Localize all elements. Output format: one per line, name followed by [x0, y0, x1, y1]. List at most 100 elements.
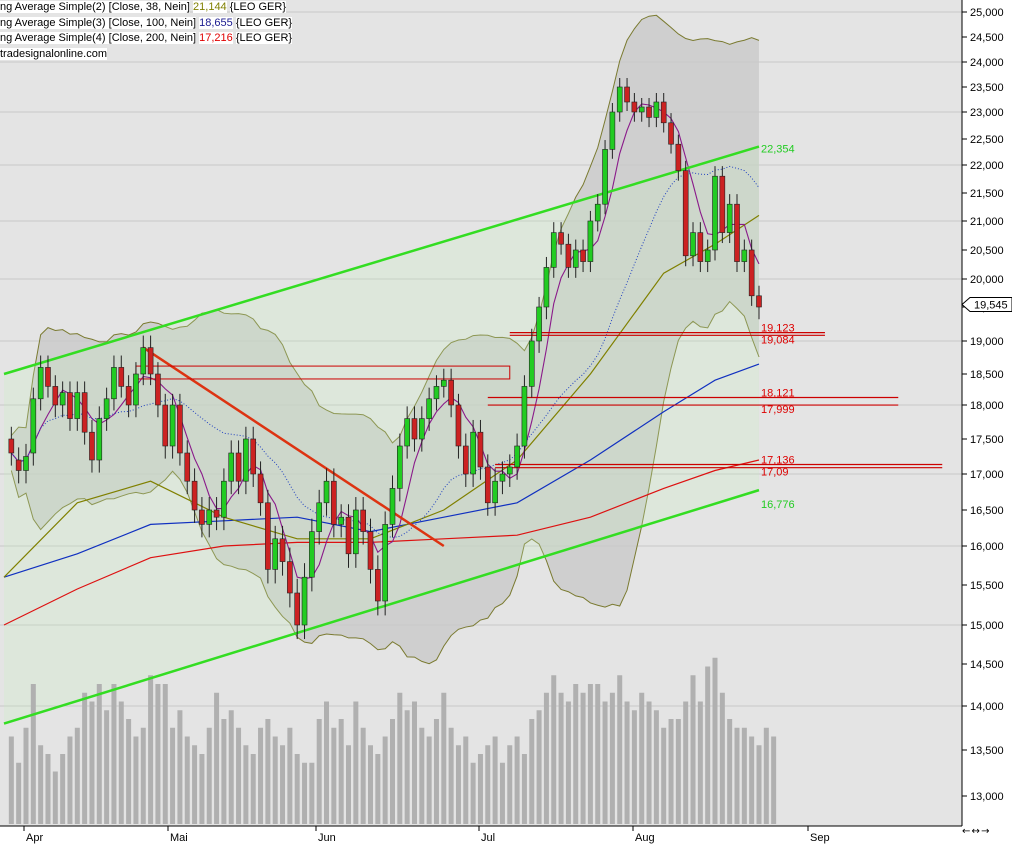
volume-bar [155, 684, 161, 824]
legend-sma100-value: 18,655 [199, 16, 233, 29]
candle [67, 392, 73, 419]
candle [257, 473, 264, 504]
support-level-label: 18,121 [761, 387, 795, 399]
volume-bar [683, 701, 689, 824]
volume-bar [397, 692, 403, 824]
y-tick-label: 13,500 [970, 745, 1004, 757]
candle [353, 509, 359, 555]
y-tick-label: 19,000 [970, 336, 1004, 348]
volume-bar [177, 710, 183, 824]
candle [345, 516, 352, 555]
y-tick-label: 18,500 [970, 369, 1004, 381]
candle [52, 386, 59, 406]
volume-bar [536, 710, 542, 824]
volume-bar [104, 710, 110, 824]
volume-bar [243, 745, 249, 824]
candle [748, 249, 755, 297]
candle [265, 502, 271, 570]
support-level-label: 19,123 [761, 323, 795, 335]
y-tick-label: 15,500 [970, 580, 1004, 592]
x-tick-label: Sep [810, 832, 830, 844]
volume-bar [741, 727, 747, 824]
candle [602, 149, 608, 205]
scroll-arrows-icon[interactable]: ← ↔ → [962, 826, 989, 837]
candle [419, 418, 425, 440]
volume-bar [111, 684, 117, 824]
candle [59, 392, 66, 406]
volume-bar [573, 684, 579, 824]
price-chart[interactable]: 22,354 16,776 19,12319,084 18,121 17,999 17,1… [0, 0, 1012, 846]
volume-bar [272, 736, 278, 824]
y-tick-label: 24,500 [970, 32, 1004, 44]
volume-bar [448, 727, 454, 824]
candle [440, 379, 447, 387]
volume-bar [331, 727, 337, 824]
volume-bar [719, 692, 725, 824]
candle [213, 509, 220, 518]
volume-bar [316, 719, 322, 824]
support-level-label: 19,084 [761, 334, 795, 346]
volume-bar [60, 754, 66, 824]
candle [506, 466, 513, 475]
volume-bar [609, 692, 615, 824]
candle [125, 386, 132, 406]
candle [462, 445, 469, 475]
candle [81, 392, 88, 433]
volume-bar [250, 754, 256, 824]
volume-bar [419, 727, 425, 824]
volume-bar [639, 692, 645, 824]
volume-bar [89, 701, 95, 824]
candle [279, 538, 286, 562]
candle [103, 398, 110, 419]
volume-bar [140, 727, 146, 824]
volume-bar [324, 701, 330, 824]
volume-bar [184, 736, 190, 824]
volume-bar [507, 745, 513, 824]
candle [155, 373, 161, 406]
candle [147, 347, 154, 375]
candle [690, 232, 696, 257]
volume-bar [727, 719, 733, 824]
volume-bar [661, 727, 667, 824]
candle [360, 509, 366, 532]
legend-source: tradesignalonline.com [0, 47, 108, 60]
candle [331, 480, 337, 525]
volume-bar [543, 692, 549, 824]
candle [272, 538, 279, 570]
candle [411, 418, 418, 440]
volume-bar [236, 727, 242, 824]
volume-bar [338, 719, 344, 824]
y-tick-label: 13,000 [970, 791, 1004, 803]
candle [323, 480, 330, 504]
candle [37, 367, 44, 400]
candle [704, 249, 711, 262]
candle [470, 431, 476, 475]
candle [15, 459, 22, 471]
y-tick-label: 18,000 [970, 400, 1004, 412]
candle [756, 295, 762, 308]
candle [397, 445, 403, 489]
candle [111, 367, 117, 400]
candle [536, 306, 542, 342]
volume-bar [514, 736, 520, 824]
candle [697, 232, 704, 262]
x-tick-label: Aug [635, 832, 655, 844]
y-tick-label: 22,500 [970, 134, 1004, 146]
volume-bar [675, 719, 681, 824]
candle [316, 502, 322, 532]
volume-bar [221, 719, 227, 824]
candle [309, 531, 315, 578]
volume-bar [52, 771, 58, 824]
volume-bar [294, 754, 300, 824]
candle [484, 466, 491, 504]
candle [118, 367, 125, 387]
candle [23, 456, 29, 471]
volume-bar [280, 745, 286, 824]
volume-bar [96, 684, 102, 824]
volume-bar [697, 701, 703, 824]
support-level-label: 17,09 [761, 467, 789, 479]
candle [45, 367, 51, 387]
volume-bar [455, 745, 461, 824]
x-tick-label: Mai [170, 832, 188, 844]
volume-bar [426, 736, 432, 824]
